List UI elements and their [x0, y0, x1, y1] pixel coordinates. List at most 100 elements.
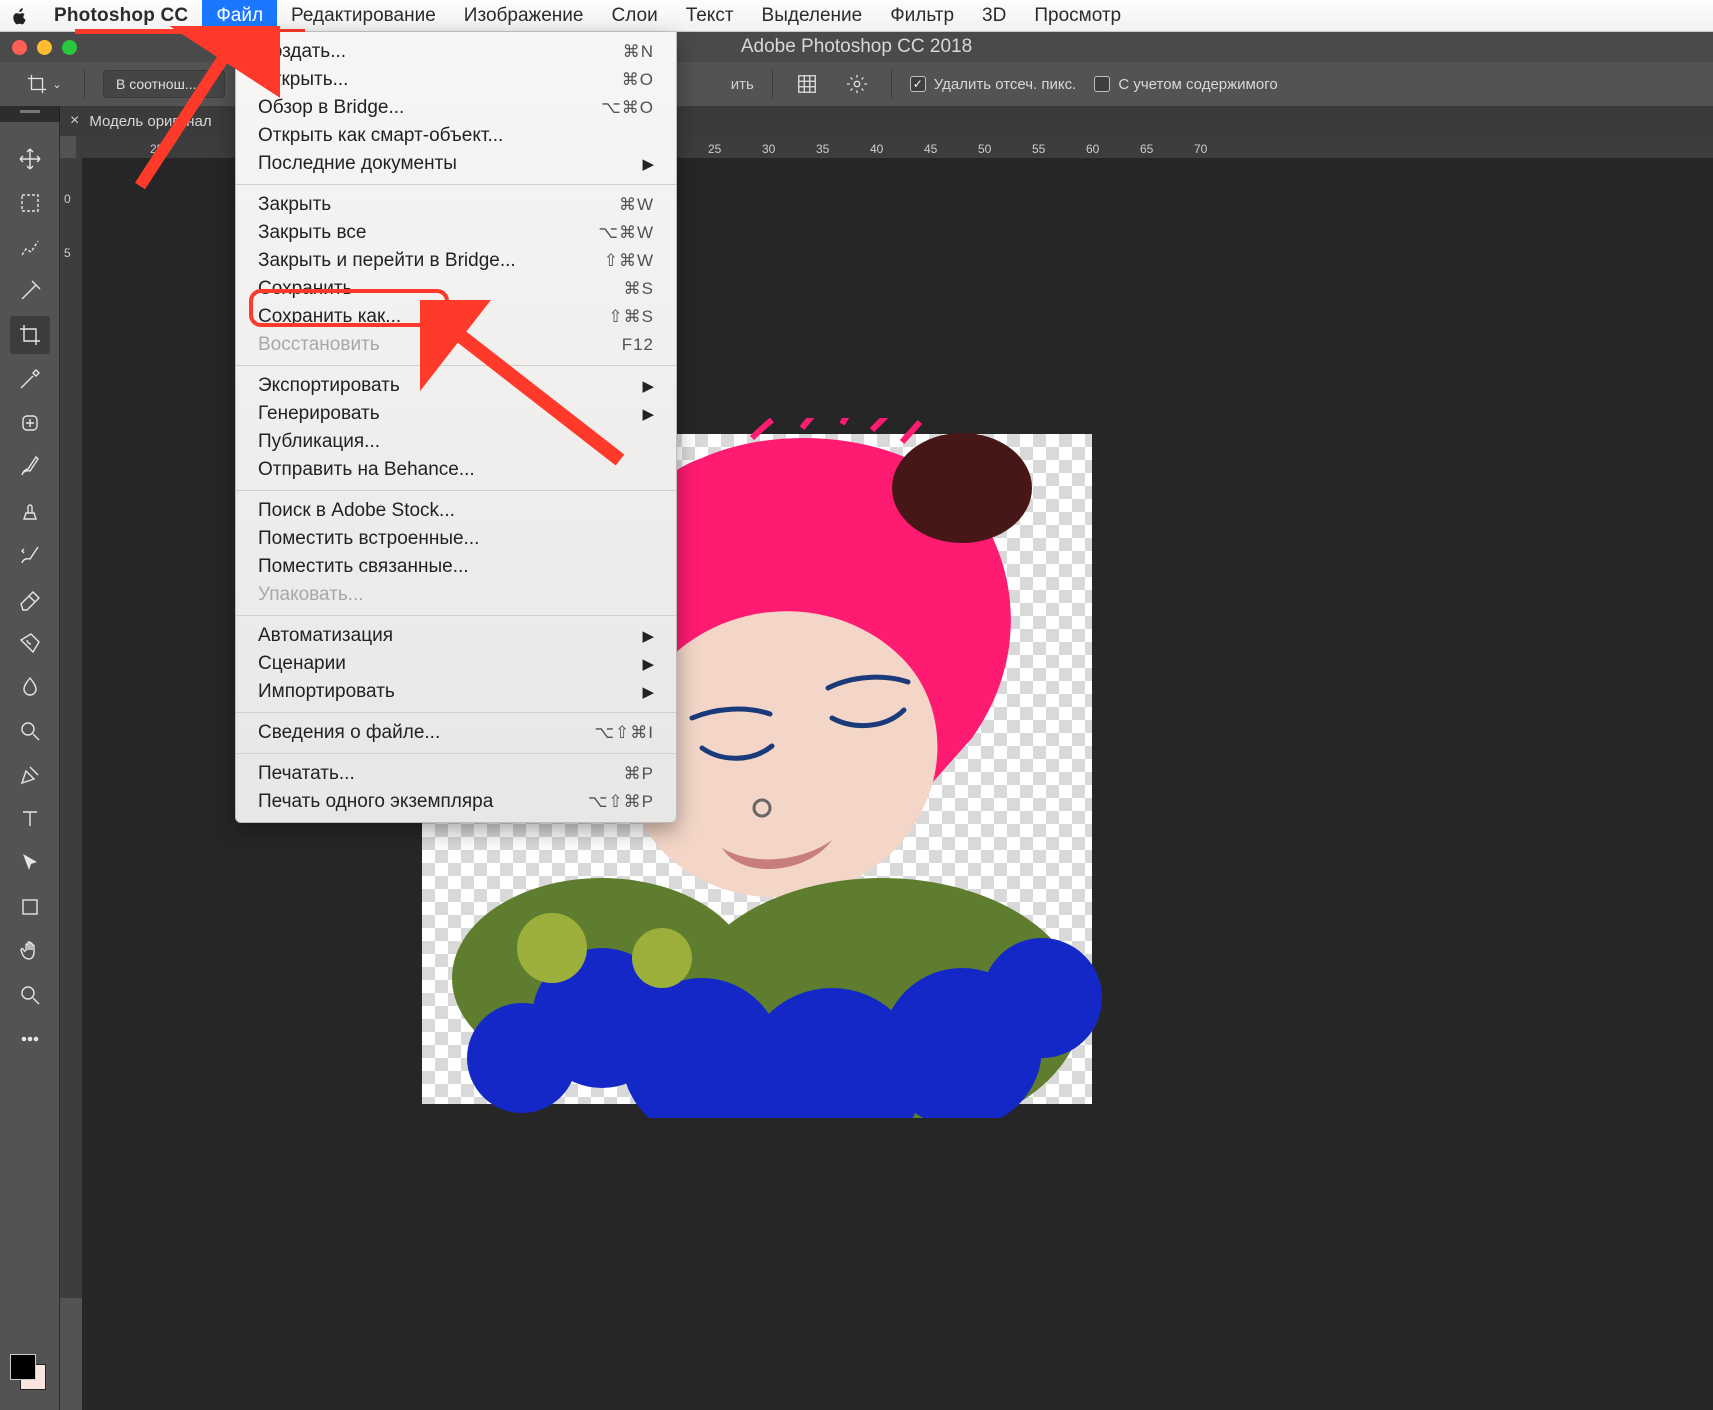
ratio-dropdown[interactable]: В соотнош... ⌄	[103, 70, 225, 98]
menu-item-закрыть-все[interactable]: Закрыть все⌥⌘W	[236, 219, 676, 247]
stamp-tool[interactable]	[10, 492, 50, 530]
zoom-button[interactable]	[62, 40, 77, 55]
vertical-ruler[interactable]: 0 5	[60, 158, 82, 1298]
menu-item-последние-документы[interactable]: Последние документы▶	[236, 150, 676, 178]
divider	[84, 69, 85, 99]
blur-tool[interactable]	[10, 668, 50, 706]
toolbox	[0, 122, 60, 1410]
close-button[interactable]	[12, 40, 27, 55]
submenu-arrow-icon: ▶	[642, 683, 654, 701]
apple-icon[interactable]	[0, 6, 40, 26]
menu-item-label: Обзор в Bridge...	[258, 97, 404, 119]
menu-item-label: Печатать...	[258, 763, 355, 785]
menu-item-сохранить-как[interactable]: Сохранить как...⇧⌘S	[236, 303, 676, 331]
wand-tool[interactable]	[10, 272, 50, 310]
menu-item-сохранить[interactable]: Сохранить⌘S	[236, 275, 676, 303]
menu-item-label: Поиск в Adobe Stock...	[258, 500, 455, 522]
menu-item-label: Сохранить	[258, 278, 352, 300]
history-brush-tool[interactable]	[10, 536, 50, 574]
dodge-tool[interactable]	[10, 712, 50, 750]
menu-shortcut: ⌥⇧⌘P	[588, 792, 654, 812]
menu-item-label: Сведения о файле...	[258, 722, 440, 744]
menu-item-открыть-как-смарт-объект[interactable]: Открыть как смарт-объект...	[236, 122, 676, 150]
menu-file[interactable]: Файл	[202, 0, 277, 31]
gear-icon[interactable]	[841, 68, 873, 100]
submenu-arrow-icon: ▶	[642, 627, 654, 645]
eyedropper-tool[interactable]	[10, 360, 50, 398]
menu-shortcut: ⌥⌘O	[601, 98, 654, 118]
menu-item-поместить-связанные[interactable]: Поместить связанные...	[236, 553, 676, 581]
menu-item-label: Закрыть и перейти в Bridge...	[258, 250, 516, 272]
menu-shortcut: ⌘N	[623, 42, 654, 62]
content-aware-checkbox[interactable]: С учетом содержимого	[1094, 76, 1277, 93]
close-tab-icon[interactable]: ×	[70, 112, 79, 130]
grid-overlay-icon[interactable]	[791, 68, 823, 100]
color-swatches[interactable]	[10, 1354, 48, 1392]
menu-image[interactable]: Изображение	[450, 0, 598, 31]
submenu-arrow-icon: ▶	[642, 655, 654, 673]
menu-item-генерировать[interactable]: Генерировать▶	[236, 400, 676, 428]
menu-select[interactable]: Выделение	[748, 0, 877, 31]
foreground-swatch[interactable]	[10, 1354, 36, 1380]
menu-item-label: Восстановить	[258, 334, 380, 356]
menu-item-публикация[interactable]: Публикация...	[236, 428, 676, 456]
path-select-tool[interactable]	[10, 844, 50, 882]
menu-item-сценарии[interactable]: Сценарии ▶	[236, 650, 676, 678]
move-tool[interactable]	[10, 140, 50, 178]
menu-item-поместить-встроенные[interactable]: Поместить встроенные...	[236, 525, 676, 553]
menu-item-label: Закрыть	[258, 194, 331, 216]
menu-shortcut: ⇧⌘W	[604, 251, 654, 271]
checkbox-checked-icon	[910, 76, 926, 92]
menu-3d[interactable]: 3D	[968, 0, 1020, 31]
marquee-tool[interactable]	[10, 184, 50, 222]
menu-filter[interactable]: Фильтр	[876, 0, 968, 31]
menu-item-импортировать[interactable]: Импортировать▶	[236, 678, 676, 706]
checkbox-label: Удалить отсеч. пикс.	[934, 76, 1077, 93]
minimize-button[interactable]	[37, 40, 52, 55]
shape-tool[interactable]	[10, 888, 50, 926]
menu-item-закрыть-и-перейти-в-bridge[interactable]: Закрыть и перейти в Bridge... ⇧⌘W	[236, 247, 676, 275]
menu-item-печатать[interactable]: Печатать... ⌘P	[236, 760, 676, 788]
menu-item-экспортировать[interactable]: Экспортировать▶	[236, 372, 676, 400]
menu-layers[interactable]: Слои	[597, 0, 671, 31]
menu-edit[interactable]: Редактирование	[277, 0, 450, 31]
crop-tool[interactable]	[10, 316, 50, 354]
menu-item-отправить-на-behance[interactable]: Отправить на Behance...	[236, 456, 676, 484]
menu-view[interactable]: Просмотр	[1020, 0, 1135, 31]
heal-tool[interactable]	[10, 404, 50, 442]
document-tab-title[interactable]: Модель оригинал	[89, 113, 211, 130]
pen-tool[interactable]	[10, 756, 50, 794]
ruler-tick: 50	[978, 142, 991, 156]
brush-tool[interactable]	[10, 448, 50, 486]
hand-tool[interactable]	[10, 932, 50, 970]
lasso-tool[interactable]	[10, 228, 50, 266]
menu-item-автоматизация[interactable]: Автоматизация▶	[236, 622, 676, 650]
panel-collapse-stub[interactable]	[0, 106, 60, 122]
traffic-lights	[0, 40, 77, 55]
submenu-arrow-icon: ▶	[642, 377, 654, 395]
menu-item-создать[interactable]: Создать...⌘N	[236, 38, 676, 66]
menu-item-поиск-в-adobe-stock[interactable]: Поиск в Adobe Stock...	[236, 497, 676, 525]
app-name[interactable]: Photoshop CC	[40, 5, 202, 27]
menu-item-label: Сценарии	[258, 653, 346, 675]
checkbox-label: С учетом содержимого	[1118, 76, 1277, 93]
menu-item-сведения-о-файле[interactable]: Сведения о файле...⌥⇧⌘I	[236, 719, 676, 747]
type-tool[interactable]	[10, 800, 50, 838]
ruler-tick: 25	[708, 142, 721, 156]
menu-item-закрыть[interactable]: Закрыть⌘W	[236, 191, 676, 219]
delete-crop-checkbox[interactable]: Удалить отсеч. пикс.	[910, 76, 1077, 93]
menu-item-печать-одного-экземпляра[interactable]: Печать одного экземпляра⌥⇧⌘P	[236, 788, 676, 816]
eraser-tool[interactable]	[10, 580, 50, 618]
menu-shortcut: ⌘P	[624, 764, 654, 784]
menu-item-открыть[interactable]: Открыть...⌘O	[236, 66, 676, 94]
menu-shortcut: F12	[622, 335, 654, 355]
menu-item-label: Отправить на Behance...	[258, 459, 475, 481]
divider	[891, 69, 892, 99]
gradient-tool[interactable]	[10, 624, 50, 662]
crop-tool-icon[interactable]: ⌄	[22, 69, 66, 99]
menu-item-обзор-в-bridge[interactable]: Обзор в Bridge... ⌥⌘O	[236, 94, 676, 122]
more-tools[interactable]	[10, 1020, 50, 1058]
zoom-tool[interactable]	[10, 976, 50, 1014]
mac-menubar: Photoshop CC Файл Редактирование Изображ…	[0, 0, 1713, 32]
menu-type[interactable]: Текст	[672, 0, 748, 31]
